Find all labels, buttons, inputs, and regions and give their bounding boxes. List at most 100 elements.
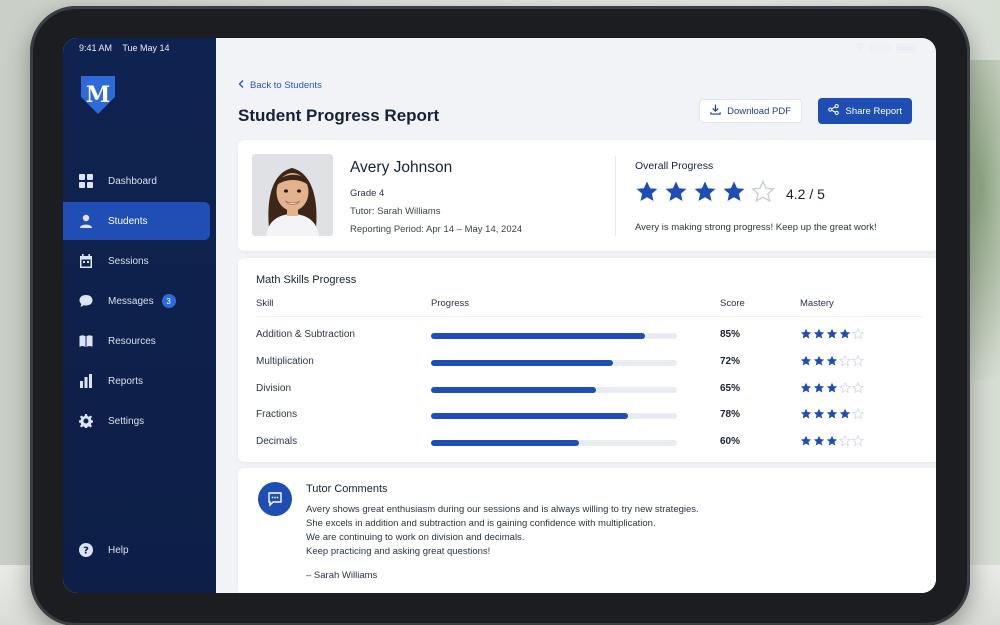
progress-bar-fill [431, 440, 579, 447]
skill-score: 72% [720, 355, 741, 367]
comment-line: Keep practicing and asking great questio… [306, 546, 491, 557]
sidebar-item-resources[interactable]: Resources [63, 322, 210, 360]
grid-icon [79, 174, 93, 188]
download-icon [710, 104, 721, 118]
sidebar-item-dashboard[interactable]: Dashboard [63, 162, 210, 200]
person-icon [79, 214, 93, 228]
star-filled-icon [800, 382, 812, 393]
battery-icon [896, 43, 916, 53]
progress-bar-fill [431, 359, 614, 366]
gear-icon [79, 414, 93, 428]
svg-text:?: ? [83, 546, 89, 557]
skill-name: Fractions [256, 409, 298, 421]
star-filled-icon [636, 181, 658, 201]
star-empty-icon [839, 435, 851, 447]
tablet-screen: 9:41 AM Tue May 14 100% M Dashboard Stud… [63, 38, 936, 593]
skill-name: Multiplication [256, 355, 314, 367]
progress-bar-fill [431, 333, 646, 339]
sidebar-item-help[interactable]: ? Help [63, 531, 129, 569]
star-filled-icon [665, 181, 687, 201]
back-to-students-link[interactable]: Back to Students [238, 80, 322, 91]
sidebar-item-sessions[interactable]: Sessions [63, 242, 210, 280]
skills-title: Math Skills Progress [256, 274, 357, 286]
sidebar-item-messages[interactable]: Messages 3 [63, 282, 210, 320]
sidebar-item-label: Dashboard [108, 175, 157, 187]
star-empty-icon [852, 408, 864, 420]
sidebar-item-label: Settings [108, 415, 145, 427]
page-title: Student Progress Report [238, 106, 440, 125]
app-logo[interactable]: M [81, 76, 115, 114]
star-filled-icon [826, 382, 838, 393]
mastery-stars [800, 381, 864, 394]
sidebar-item-students[interactable]: Students [63, 202, 210, 240]
mastery-stars [800, 354, 864, 367]
star-filled-icon [723, 181, 745, 201]
share-report-button[interactable]: Share Report [818, 98, 912, 124]
star-filled-icon [826, 409, 838, 419]
star-empty-icon [852, 381, 864, 393]
star-filled-icon [800, 355, 812, 366]
sidebar-item-reports[interactable]: Reports [63, 362, 210, 400]
overall-score: 4.2 / 5 [786, 186, 825, 202]
progress-bar-fill [431, 413, 628, 420]
overall-progress-title: Overall Progress [635, 160, 714, 172]
comment-icon [258, 482, 292, 516]
math-skills-card: Math Skills Progress Skill Progress Scor… [238, 258, 936, 462]
star-filled-icon [800, 435, 812, 446]
progress-bar [431, 333, 677, 339]
sidebar-item-settings[interactable]: Settings [63, 402, 210, 440]
progress-bar [431, 386, 677, 393]
skill-score: 85% [720, 329, 741, 340]
table-header-rule [256, 316, 923, 317]
star-empty-icon [852, 328, 864, 340]
skill-score: 60% [720, 436, 741, 448]
skill-name: Division [256, 382, 292, 394]
download-pdf-button[interactable]: Download PDF [699, 99, 802, 123]
comment-line: Avery shows great enthusiasm during our … [306, 504, 699, 515]
star-filled-icon [813, 435, 825, 446]
star-filled-icon [839, 328, 851, 339]
sidebar-item-label: Reports [108, 375, 144, 387]
table-row: Division 65% [238, 381, 936, 409]
book-icon [79, 334, 93, 348]
comment-line: We are continuing to work on division an… [306, 532, 525, 543]
table-row: Multiplication 72% [238, 354, 936, 382]
star-filled-icon [826, 435, 838, 446]
skill-score: 78% [720, 409, 741, 421]
messages-count-badge: 3 [161, 294, 176, 308]
overall-progress-message: Avery is making strong progress! Keep up… [635, 222, 877, 233]
bar-chart-icon [79, 374, 93, 388]
star-filled-icon [826, 355, 838, 366]
student-summary-card: Avery Johnson Grade 4 Tutor: Sarah Willi… [238, 140, 936, 251]
table-row: Decimals 60% [238, 435, 936, 462]
column-header-progress: Progress [431, 298, 470, 309]
star-empty-icon [751, 180, 775, 203]
star-filled-icon [813, 409, 825, 419]
star-filled-icon [813, 382, 825, 393]
status-date: Tue May 14 [122, 43, 170, 53]
sidebar-item-label: Sessions [108, 255, 149, 267]
chevron-left-icon [238, 80, 244, 91]
mastery-stars [800, 328, 864, 340]
student-name: Avery Johnson [350, 159, 453, 176]
card-divider [615, 156, 616, 236]
star-empty-icon [839, 354, 851, 367]
mastery-stars [800, 408, 864, 420]
star-filled-icon [813, 355, 825, 366]
progress-bar [431, 359, 677, 366]
tutor-comments-card: Tutor Comments Avery shows great enthusi… [238, 468, 936, 593]
main-content: Back to Students Student Progress Report… [216, 38, 936, 593]
star-filled-icon [800, 328, 812, 339]
star-empty-icon [852, 435, 864, 447]
star-filled-icon [694, 181, 716, 201]
status-bar: 9:41 AM Tue May 14 100% [63, 38, 936, 58]
comment-signature: – Sarah Williams [306, 570, 378, 581]
wifi-icon [854, 42, 865, 54]
calendar-icon [79, 254, 93, 268]
progress-bar [431, 413, 677, 420]
star-filled-icon [800, 409, 812, 419]
column-header-score: Score [720, 298, 745, 309]
column-header-mastery: Mastery [800, 298, 834, 309]
column-header-skill: Skill [256, 298, 274, 309]
star-filled-icon [813, 328, 825, 339]
